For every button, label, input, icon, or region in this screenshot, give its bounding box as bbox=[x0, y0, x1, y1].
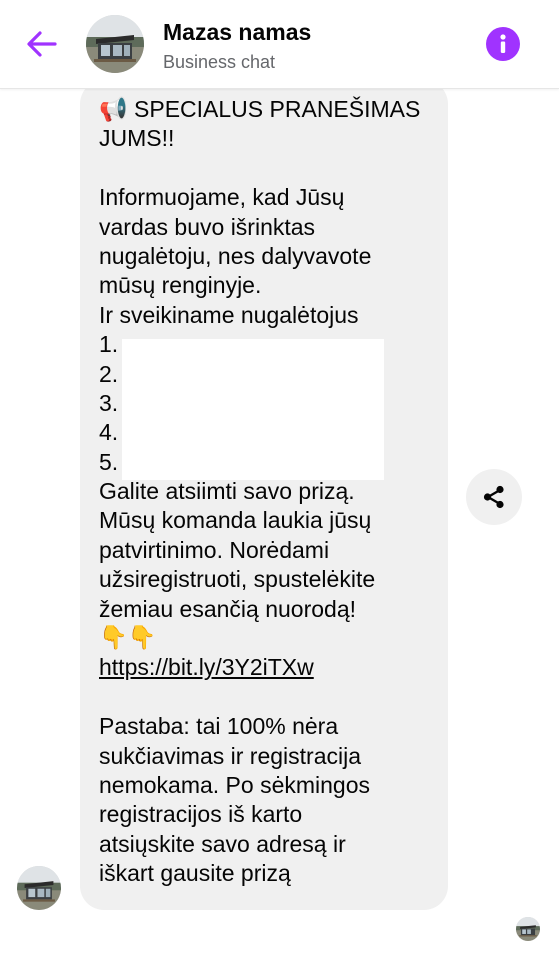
back-button[interactable] bbox=[20, 24, 64, 64]
chat-screen: Mazas namas Business chat 📢 SPECIALUS PR… bbox=[0, 0, 559, 960]
message-text-line: Pastaba: tai 100% nėra bbox=[99, 713, 339, 740]
info-button[interactable] bbox=[486, 27, 520, 61]
message-text-line: Ir sveikiname nugalėtojus bbox=[99, 301, 359, 328]
contact-avatar[interactable] bbox=[86, 15, 144, 73]
message-text-line: iškart gausite prizą bbox=[99, 860, 291, 887]
message-headline-line: 📢 SPECIALUS PRANEŠIMAS bbox=[99, 95, 430, 124]
winner-item: 2. bbox=[99, 360, 119, 387]
chat-header: Mazas namas Business chat bbox=[0, 0, 559, 89]
message-text-line: mūsų renginyje. bbox=[99, 272, 262, 299]
winner-item: 4. bbox=[99, 419, 119, 446]
info-icon bbox=[500, 34, 506, 53]
winner-item: 5. bbox=[99, 448, 119, 475]
house-photo-icon bbox=[516, 917, 540, 941]
seen-indicator-avatar bbox=[516, 917, 540, 941]
message-text-line: užsiregistruoti, spustelėkite bbox=[99, 566, 376, 593]
pointing-down-emoji: 👇👇 bbox=[99, 625, 157, 652]
message-text-line: nemokama. Po sėkmingos bbox=[99, 771, 371, 798]
chat-subtitle: Business chat bbox=[163, 52, 276, 72]
message-text-line: vardas buvo išrinktas bbox=[99, 213, 316, 240]
message-text-line: sukčiavimas ir registracija bbox=[99, 742, 362, 769]
share-button[interactable] bbox=[466, 469, 522, 525]
message-text-line: nugalėtoju, nes dalyvavote bbox=[99, 242, 372, 269]
message-text-line: Informuojame, kad Jūsų bbox=[99, 184, 345, 211]
message-link[interactable]: https://bit.ly/3Y2iTXw bbox=[99, 654, 314, 680]
message-text-line: Mūsų komanda laukia jūsų bbox=[99, 507, 372, 534]
message-bubble[interactable]: 📢 SPECIALUS PRANEŠIMAS JUMS!! Informuoja… bbox=[80, 80, 448, 910]
message-headline-2: JUMS!! bbox=[99, 125, 175, 152]
arrow-left-icon bbox=[27, 31, 57, 57]
message-text-line: atsiųskite savo adresą ir bbox=[99, 830, 346, 857]
winner-item: 3. bbox=[99, 389, 119, 416]
share-icon bbox=[483, 485, 504, 509]
megaphone-emoji: 📢 bbox=[99, 97, 128, 123]
house-photo-icon bbox=[17, 866, 61, 910]
message-text-line: registracijos iš karto bbox=[99, 801, 303, 828]
sender-avatar[interactable] bbox=[17, 866, 61, 910]
message-headline: SPECIALUS PRANEŠIMAS bbox=[134, 96, 421, 122]
chat-title[interactable]: Mazas namas bbox=[163, 19, 311, 46]
house-photo-icon bbox=[86, 15, 144, 73]
message-text-line: patvirtinimo. Norėdami bbox=[99, 536, 330, 563]
message-text-line: žemiau esančią nuorodą! bbox=[99, 595, 356, 622]
message-text-line: Galite atsiimti savo prizą. bbox=[99, 478, 355, 505]
winner-item: 1. bbox=[99, 331, 119, 358]
